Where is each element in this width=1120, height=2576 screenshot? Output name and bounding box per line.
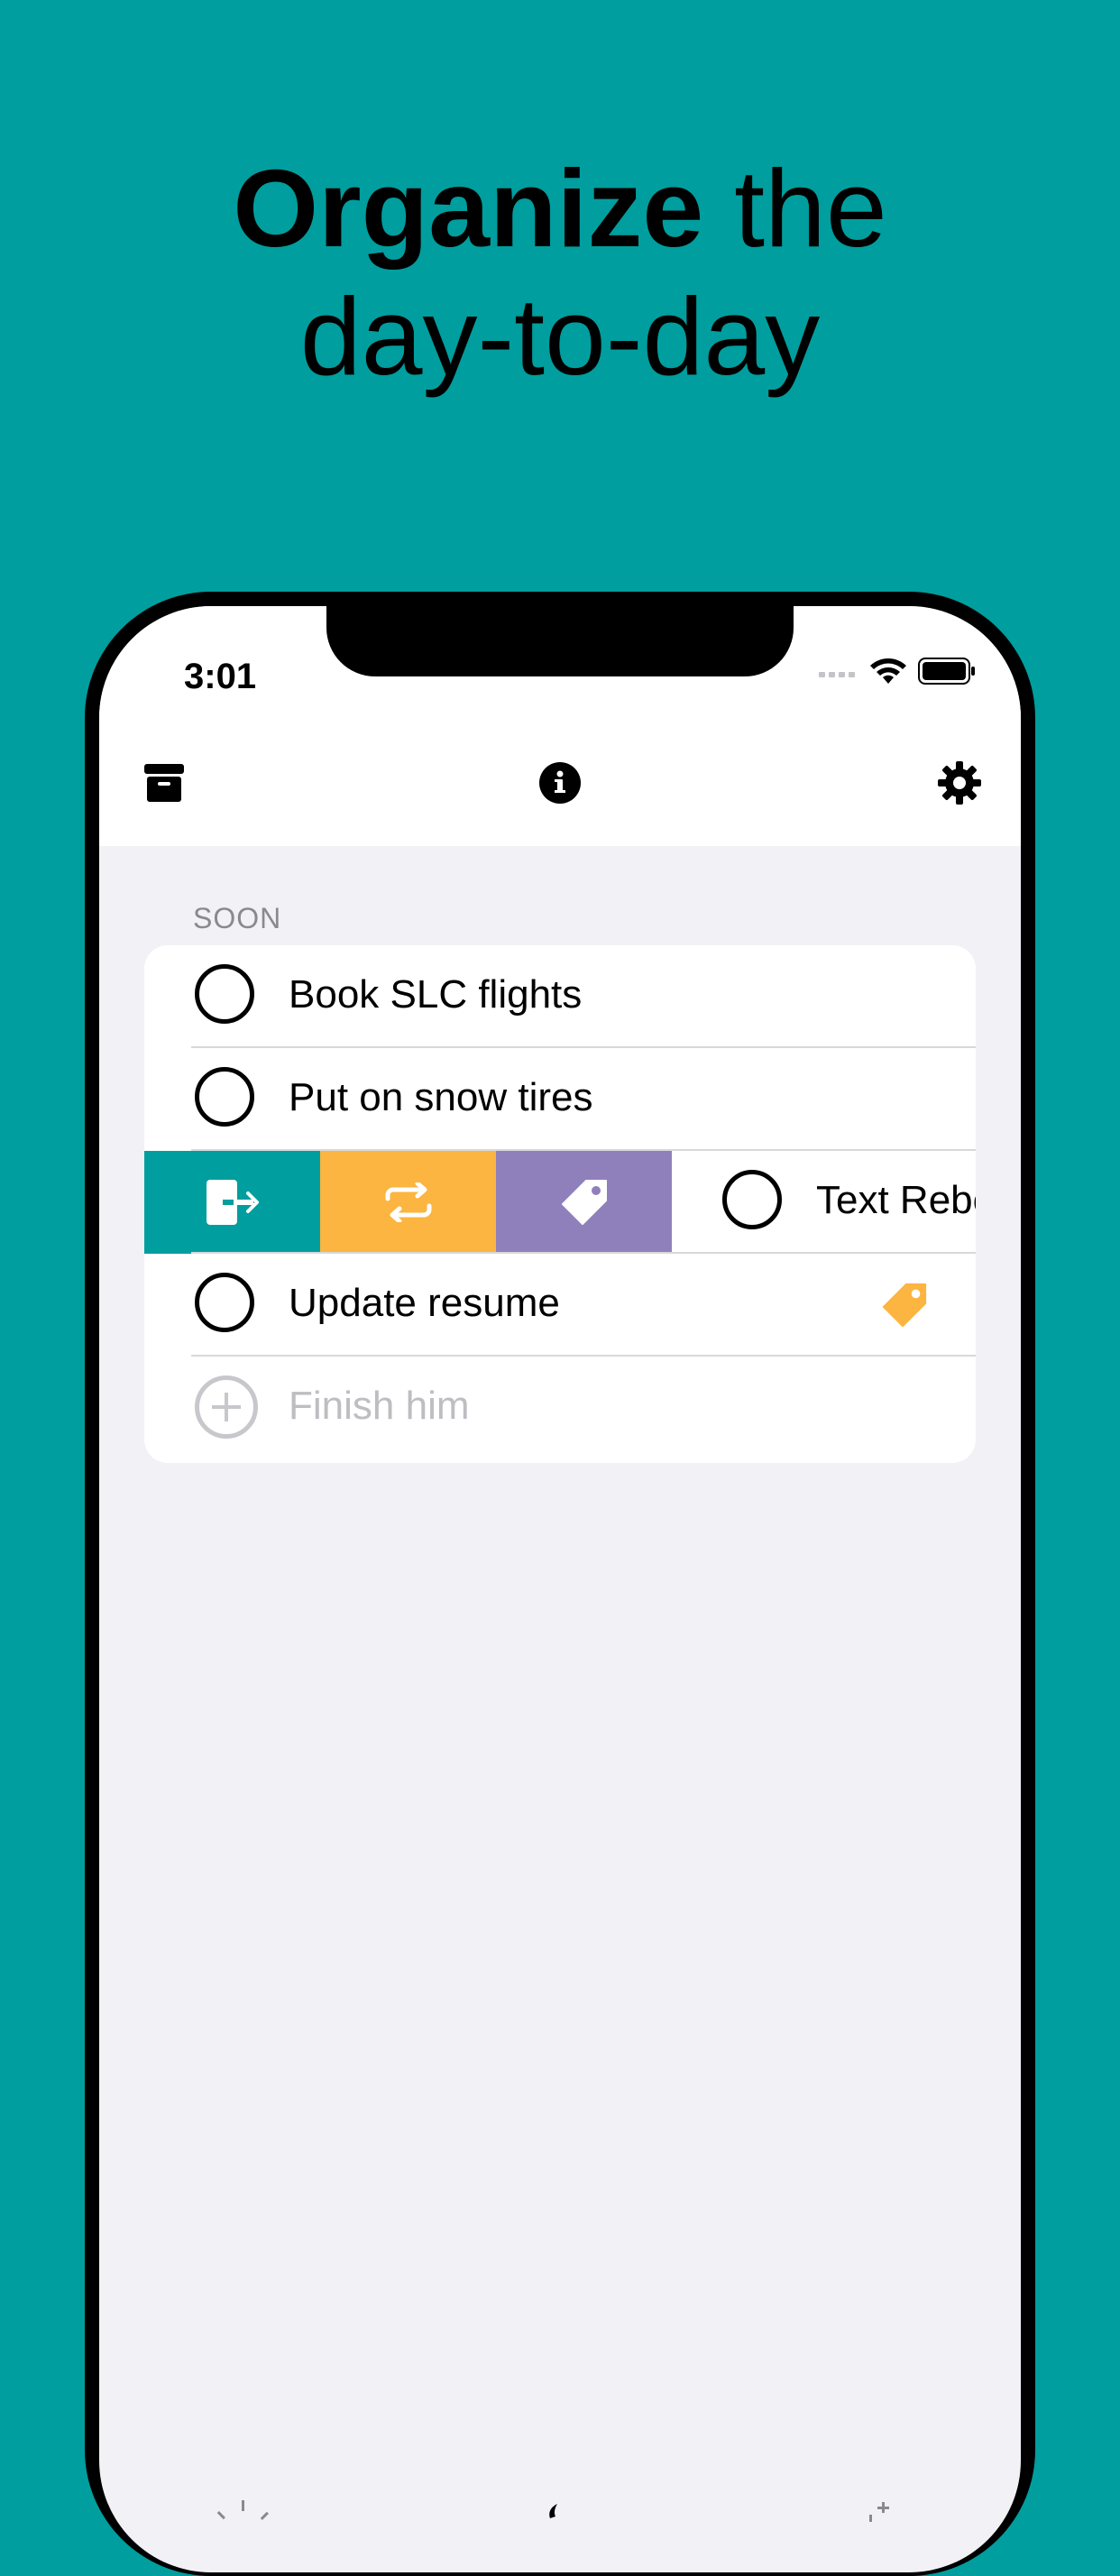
task-label: Update resume xyxy=(289,1281,560,1325)
task-row[interactable]: Book SLC flights xyxy=(144,945,976,1048)
nav-bar xyxy=(99,723,1021,846)
swiped-task-row[interactable]: Text Rebe xyxy=(144,1151,976,1254)
tag-icon xyxy=(561,1180,607,1225)
task-checkbox[interactable] xyxy=(195,1067,254,1127)
task-checkbox[interactable] xyxy=(722,1170,782,1229)
task-label: Put on snow tires xyxy=(289,1075,593,1119)
tag-indicator-icon xyxy=(880,1281,929,1334)
task-label: Book SLC flights xyxy=(289,972,583,1017)
add-icon[interactable] xyxy=(195,1375,258,1439)
headline-bold: Organize xyxy=(233,147,704,270)
task-checkbox[interactable] xyxy=(195,1273,254,1332)
status-time: 3:01 xyxy=(184,657,257,696)
sun-icon[interactable] xyxy=(207,2491,280,2563)
task-checkbox[interactable] xyxy=(195,964,254,1024)
sparkle-icon[interactable] xyxy=(848,2491,920,2563)
battery-icon xyxy=(918,658,975,685)
move-icon xyxy=(206,1180,259,1225)
info-icon[interactable] xyxy=(533,756,587,810)
headline-line-1: Organize the xyxy=(0,144,1120,272)
phone-notch xyxy=(326,606,794,676)
task-label: Text Rebe xyxy=(816,1178,976,1222)
add-task-row[interactable]: Finish him xyxy=(144,1357,976,1459)
signal-icon xyxy=(819,672,855,677)
wifi-icon xyxy=(870,658,906,684)
phone-screen: 3:01 SOON Book SLC flights Put on snow t… xyxy=(99,606,1021,2572)
section-header: SOON xyxy=(193,902,282,934)
task-list: Book SLC flights Put on snow tires Text … xyxy=(144,945,976,1463)
task-row[interactable]: Put on snow tires xyxy=(144,1048,976,1151)
move-action-button[interactable] xyxy=(144,1151,320,1254)
tag-action-button[interactable] xyxy=(496,1151,672,1254)
repeat-action-button[interactable] xyxy=(320,1151,496,1254)
add-task-input[interactable]: Finish him xyxy=(289,1384,470,1429)
headline-rest: the xyxy=(703,147,887,270)
phone-frame: 3:01 SOON Book SLC flights Put on snow t… xyxy=(85,592,1035,2576)
gear-icon[interactable] xyxy=(932,756,987,810)
status-icons xyxy=(819,657,976,685)
swiped-task-content[interactable]: Text Rebe xyxy=(672,1151,976,1254)
archive-icon[interactable] xyxy=(137,756,191,810)
headline: Organize the day-to-day xyxy=(0,144,1120,400)
task-row[interactable]: Update resume xyxy=(144,1254,976,1357)
moon-icon[interactable] xyxy=(523,2491,595,2563)
tab-bar xyxy=(99,2491,1021,2572)
repeat-icon xyxy=(385,1182,431,1222)
headline-line-2: day-to-day xyxy=(299,275,821,398)
